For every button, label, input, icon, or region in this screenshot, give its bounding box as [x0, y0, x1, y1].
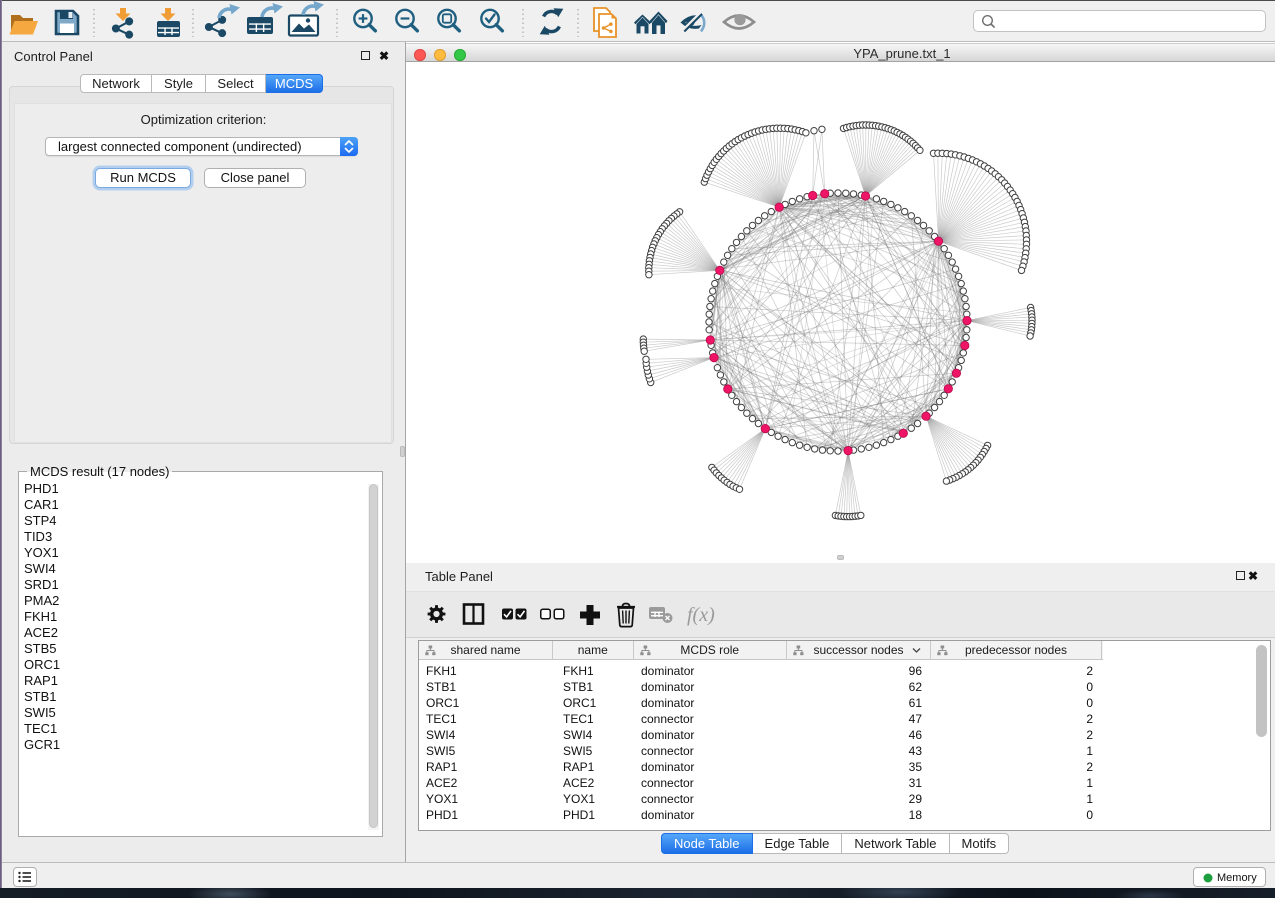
svg-text:f(x): f(x) — [687, 604, 715, 626]
